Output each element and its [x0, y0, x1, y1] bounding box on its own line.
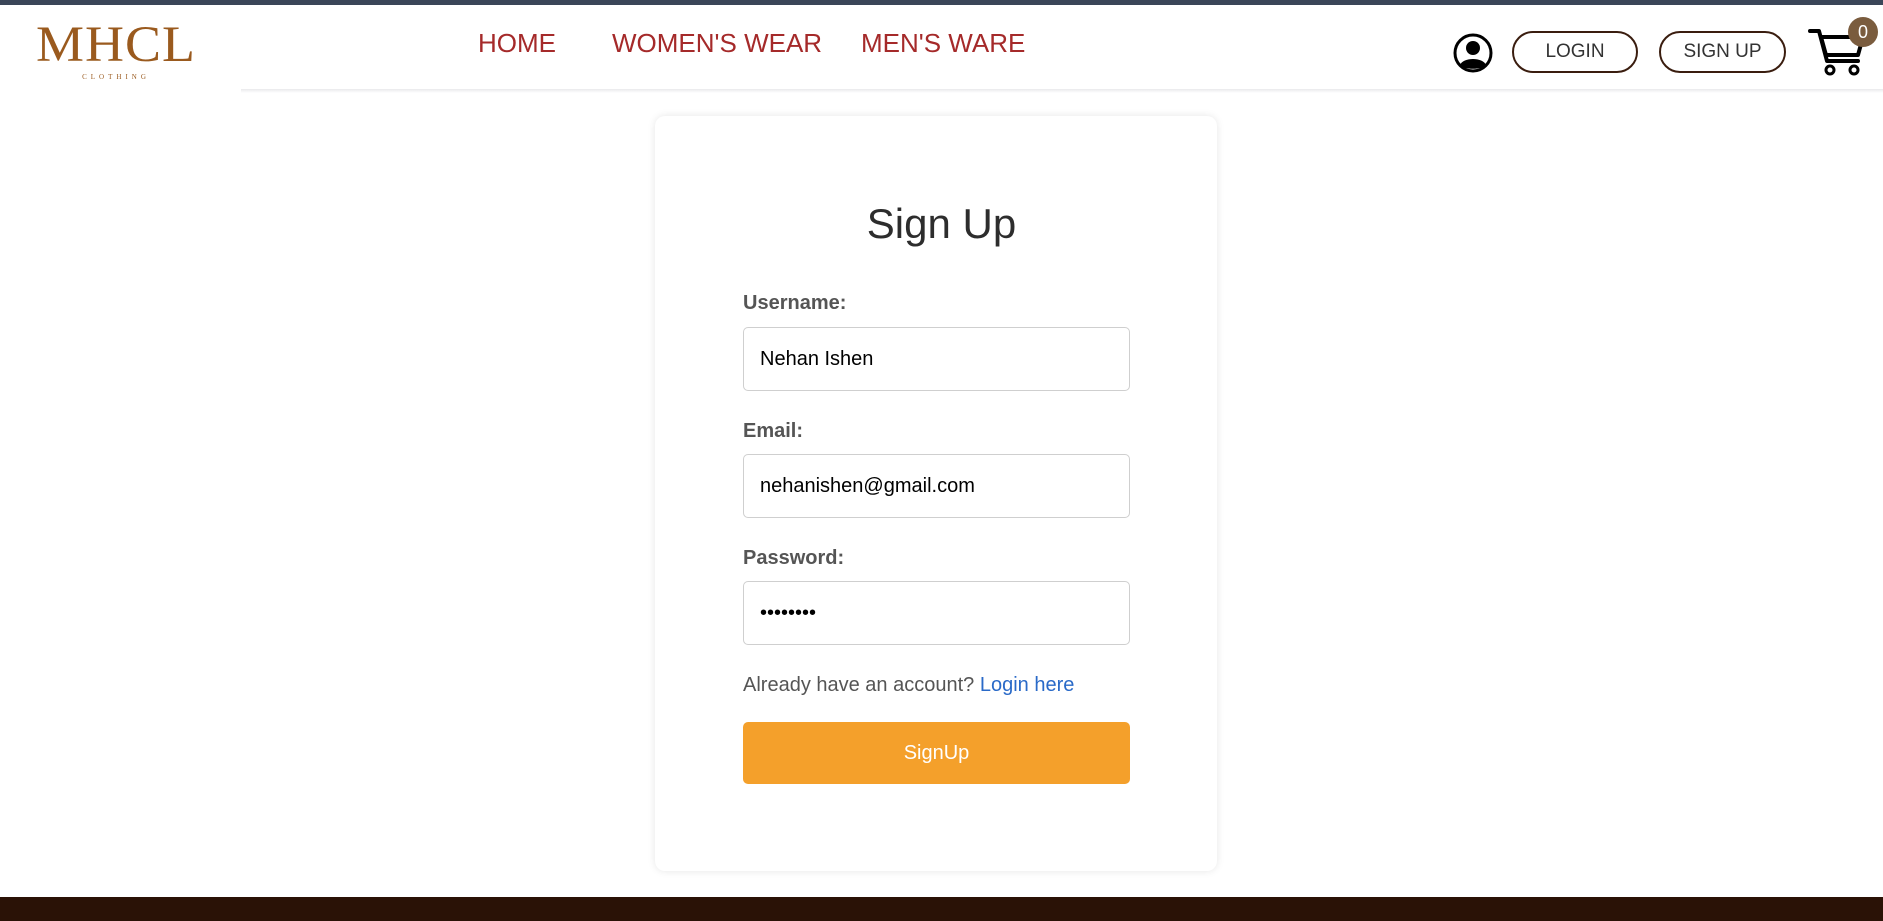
password-input[interactable]: [743, 581, 1130, 645]
password-label: Password:: [743, 547, 845, 569]
logo-mark: MHCL: [36, 15, 197, 73]
logo-subtitle: CLOTHING: [82, 73, 150, 81]
nav-link-home[interactable]: HOME: [478, 27, 556, 59]
login-here-link[interactable]: Login here: [980, 674, 1075, 696]
page-title: Sign Up: [866, 200, 1017, 247]
account-prompt-text: Already have an account?: [743, 674, 975, 696]
login-button[interactable]: LOGIN: [1512, 31, 1638, 73]
cart-count-badge: 0: [1848, 17, 1878, 47]
header: MHCL CLOTHING HOME WOMEN'S WEAR MEN'S WA…: [0, 5, 1883, 90]
signup-submit-button[interactable]: SignUp: [743, 722, 1130, 784]
brand-logo[interactable]: MHCL CLOTHING: [36, 17, 196, 92]
nav-link-mens-ware[interactable]: MEN'S WARE: [861, 27, 1025, 59]
email-input[interactable]: [743, 454, 1130, 518]
email-label: Email:: [743, 420, 804, 442]
nav-link-womens-wear[interactable]: WOMEN'S WEAR: [612, 27, 822, 59]
username-input[interactable]: [743, 327, 1130, 391]
account-prompt-row: Already have an account? Login here: [743, 674, 1074, 697]
header-shadow: [241, 89, 1883, 93]
signup-nav-button[interactable]: SIGN UP: [1659, 31, 1786, 73]
user-account-icon[interactable]: [1453, 33, 1493, 73]
footer-band: [0, 897, 1883, 921]
username-label: Username:: [743, 292, 847, 314]
